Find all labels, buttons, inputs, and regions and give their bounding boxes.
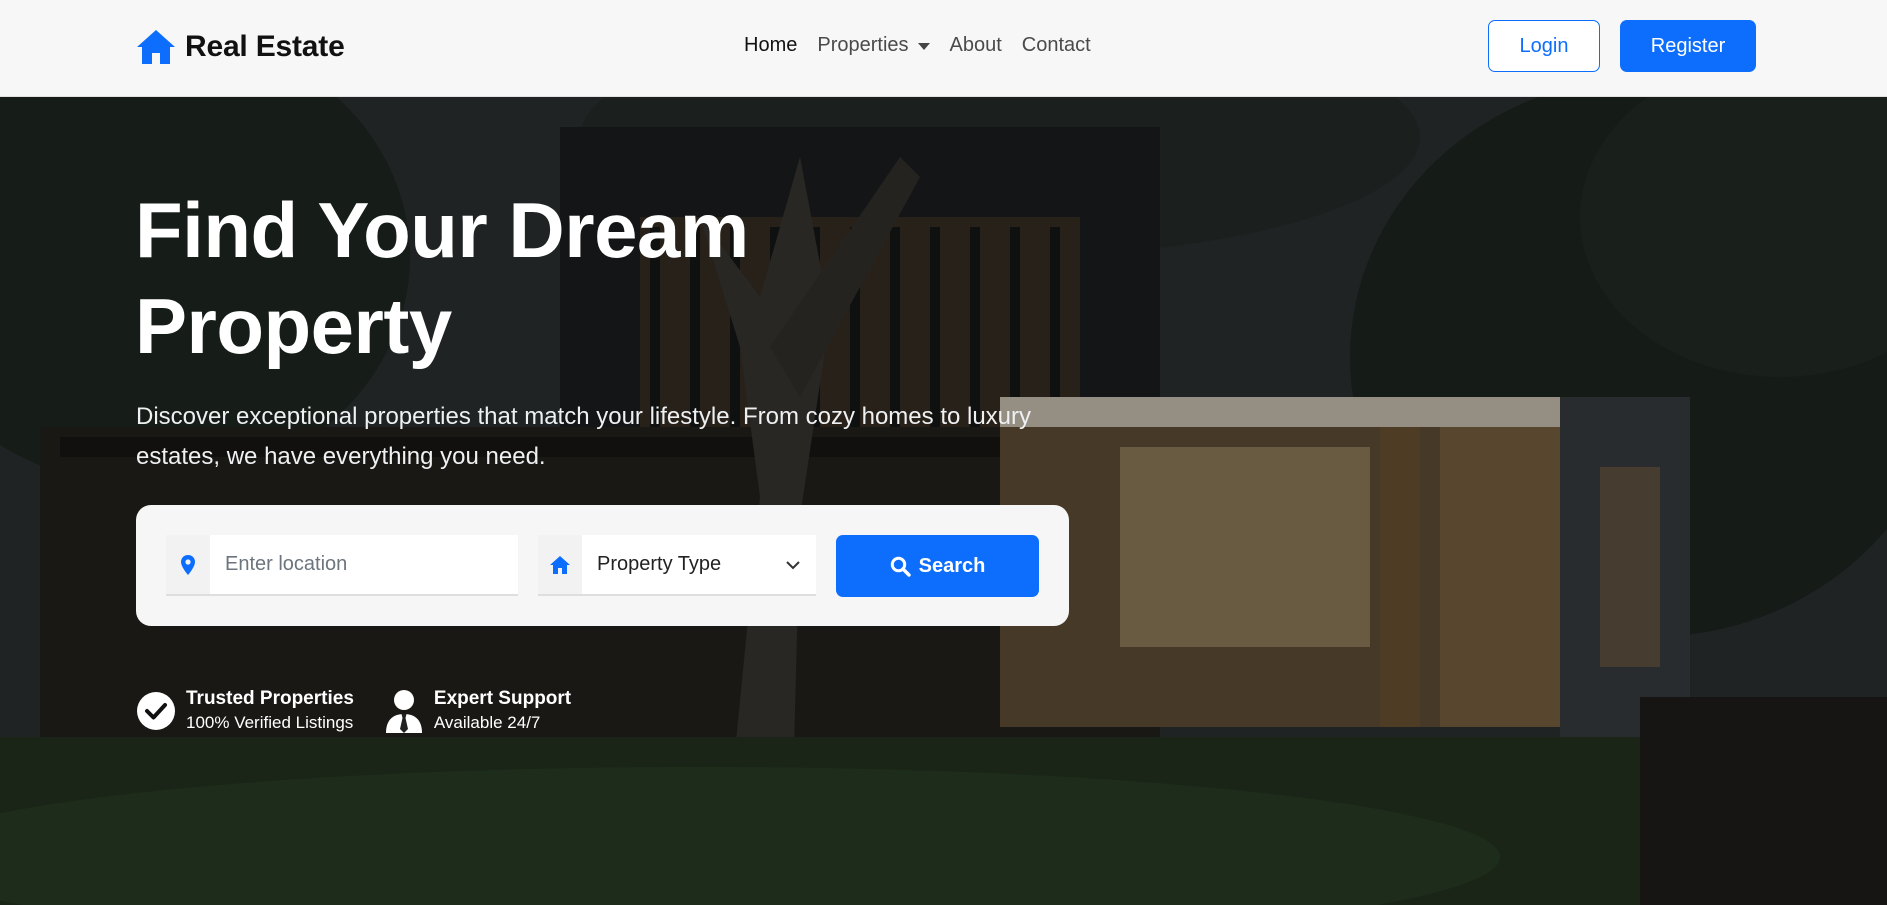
feature-support: Expert Support Available 24/7 <box>384 687 571 735</box>
location-addon <box>166 535 210 594</box>
nav-link-home[interactable]: Home <box>744 34 797 57</box>
feature-title: Trusted Properties <box>186 688 354 709</box>
nav-link-properties-label: Properties <box>817 34 909 56</box>
brand-logo[interactable]: Real Estate <box>135 28 345 66</box>
chevron-down-icon <box>786 560 800 569</box>
hero-title-line-2: Property <box>135 282 452 370</box>
brand-name: Real Estate <box>185 30 345 63</box>
hero-subtitle: Discover exceptional properties that mat… <box>136 403 1032 470</box>
nav-link-contact[interactable]: Contact <box>1022 34 1091 57</box>
search-button-label: Search <box>918 554 986 577</box>
map-pin-icon <box>181 554 195 575</box>
feature-title: Expert Support <box>433 688 572 709</box>
search-card: Property Type Search <box>136 505 1069 626</box>
feature-subtitle: 100% Verified Listings <box>186 713 354 732</box>
login-button[interactable]: Login <box>1488 20 1600 72</box>
navbar: Real Estate Home Properties About Contac… <box>0 0 1887 97</box>
feature-subtitle: Available 24/7 <box>433 713 541 732</box>
user-tie-icon <box>384 689 424 733</box>
property-type-group: Property Type <box>538 535 816 596</box>
hero-title-line-1: Find Your Dream <box>135 186 749 274</box>
property-type-value: Property Type <box>597 553 722 575</box>
nav-link-about[interactable]: About <box>950 34 1002 57</box>
check-circle-icon <box>136 689 176 733</box>
search-icon <box>890 556 911 577</box>
location-input[interactable] <box>210 535 518 594</box>
home-icon <box>137 30 175 64</box>
location-input-group <box>166 535 518 596</box>
feature-support-text: Expert Support Available 24/7 <box>434 687 571 735</box>
main-nav: Home Properties About Contact <box>744 34 1111 57</box>
property-type-select[interactable]: Property Type <box>582 535 816 594</box>
register-button[interactable]: Register <box>1620 20 1756 72</box>
hero-title: Find Your Dream Property <box>135 182 1035 374</box>
features-row: Trusted Properties 100% Verified Listing… <box>136 687 571 735</box>
hero-section: Find Your Dream Property Discover except… <box>0 97 1887 905</box>
search-button[interactable]: Search <box>836 535 1039 597</box>
property-type-addon <box>538 535 582 594</box>
feature-trusted: Trusted Properties 100% Verified Listing… <box>136 687 354 735</box>
feature-trusted-text: Trusted Properties 100% Verified Listing… <box>186 687 354 735</box>
nav-link-properties[interactable]: Properties <box>817 34 930 57</box>
home-icon <box>550 555 570 574</box>
caret-down-icon <box>917 43 930 50</box>
